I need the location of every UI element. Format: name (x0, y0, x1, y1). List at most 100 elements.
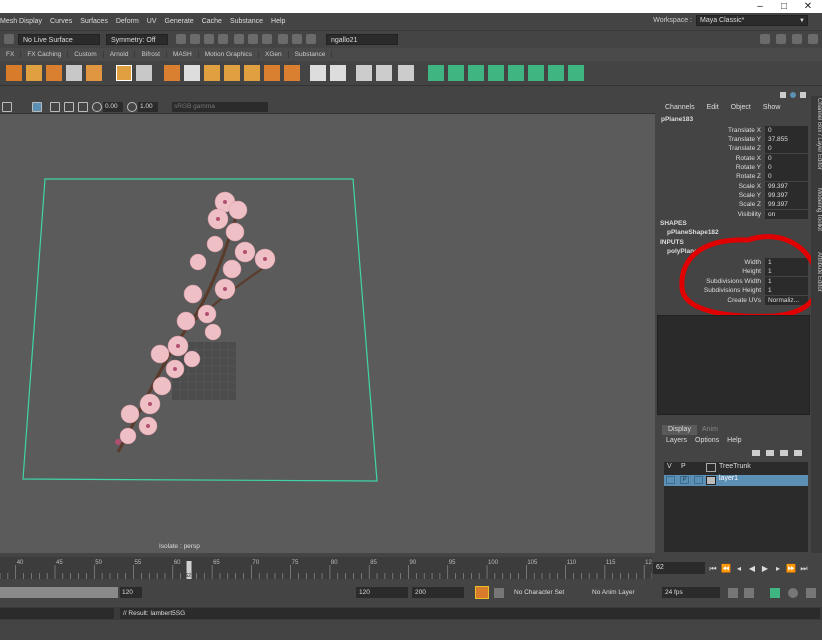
playback-end-field[interactable]: 120 (356, 587, 408, 598)
shelf-tool-17-icon[interactable] (356, 65, 372, 81)
object-menu[interactable]: Object (731, 104, 751, 111)
grid-icon[interactable] (50, 102, 60, 112)
command-input[interactable] (0, 608, 114, 619)
camera-icon[interactable] (2, 102, 12, 112)
layers-menu[interactable]: Layers (666, 437, 687, 444)
loop-icon[interactable] (728, 588, 738, 598)
shelf-tool-1-icon[interactable] (6, 65, 22, 81)
shelf-tool-5-icon[interactable] (86, 65, 102, 81)
shelf-tool-18-icon[interactable] (376, 65, 392, 81)
symmetry-dropdown[interactable]: Symmetry: Off (106, 34, 168, 45)
render-icon[interactable] (204, 34, 214, 44)
input-subdivisions-height[interactable]: Subdivisions Height 1 (657, 286, 810, 295)
attr-scale-y[interactable]: Scale Y 99.397 (657, 191, 810, 200)
shelf-tool-13-icon[interactable] (264, 65, 280, 81)
attr-value[interactable]: 1 (765, 267, 808, 276)
menu-uv[interactable]: UV (147, 18, 157, 25)
attr-translate-z[interactable]: Translate Z 0 (657, 144, 810, 153)
attr-rotate-y[interactable]: Rotate Y 0 (657, 163, 810, 172)
layer-row-treetrunk[interactable]: V P TreeTrunk (664, 463, 808, 474)
input-width[interactable]: Width 1 (657, 258, 810, 267)
attr-visibility[interactable]: Visibility on (657, 210, 810, 219)
attr-rotate-x[interactable]: Rotate X 0 (657, 154, 810, 163)
shelf-tool-19-icon[interactable] (398, 65, 414, 81)
edit-menu[interactable]: Edit (707, 104, 719, 111)
attr-value[interactable]: 99.397 (765, 182, 808, 191)
shelf-tool-3-icon[interactable] (46, 65, 62, 81)
shelf-tab-mash[interactable]: MASH (167, 51, 199, 58)
input-subdivisions-width[interactable]: Subdivisions Width 1 (657, 277, 810, 286)
range-end-field[interactable]: 120 (120, 587, 142, 598)
attr-scale-z[interactable]: Scale Z 99.397 (657, 200, 810, 209)
menu-mesh-display[interactable]: Mesh Display (0, 18, 42, 25)
settings-icon[interactable] (788, 588, 798, 598)
sound-icon[interactable] (770, 588, 780, 598)
minimize-button[interactable]: – (748, 0, 772, 13)
attr-value[interactable]: 99.397 (765, 191, 808, 200)
attr-value[interactable]: 0 (765, 172, 808, 181)
shelf-tool-22-icon[interactable] (468, 65, 484, 81)
side-tab-attribute-editor[interactable]: Attribute Editor (811, 252, 822, 292)
shelf-tool-6-icon[interactable] (116, 65, 132, 81)
input-height[interactable]: Height 1 (657, 267, 810, 276)
maximize-button[interactable]: □ (772, 0, 796, 13)
layer-move-down-icon[interactable] (766, 450, 774, 456)
shelf-tab-substance[interactable]: Substance (289, 51, 333, 58)
magnet-icon[interactable] (176, 34, 186, 44)
gamma-icon[interactable] (127, 102, 137, 112)
folder-icon[interactable] (306, 34, 316, 44)
preferences-icon[interactable] (806, 588, 816, 598)
step-back-key-icon[interactable]: ⏪ (721, 564, 731, 574)
channel-box-toggle-icon[interactable] (808, 34, 818, 44)
pin-icon[interactable] (800, 92, 806, 98)
shelf-tab-motion-graphics[interactable]: Motion Graphics (199, 51, 260, 58)
attr-scale-x[interactable]: Scale X 99.397 (657, 182, 810, 191)
shelf-tool-24-icon[interactable] (508, 65, 524, 81)
tab-display[interactable]: Display (662, 425, 697, 435)
character-set-dropdown[interactable]: No Character Set (514, 587, 584, 598)
attr-value[interactable]: 0 (765, 144, 808, 153)
range-slider[interactable] (0, 587, 118, 598)
attr-translate-y[interactable]: Translate Y 37.855 (657, 135, 810, 144)
shelf-tool-20-icon[interactable] (428, 65, 444, 81)
gamma-field[interactable]: 1.00 (138, 102, 158, 112)
time-ruler[interactable]: 40 45 50 55 60 65 70 75 80 85 90 95 100 105 110 115 120 6… (0, 557, 652, 579)
attr-translate-x[interactable]: Translate X 0 (657, 126, 810, 135)
menu-curves[interactable]: Curves (50, 18, 72, 25)
time-slider[interactable]: 4045505560657075808590951001051101151206… (0, 557, 822, 579)
shelf-tool-8-icon[interactable] (164, 65, 180, 81)
current-frame-field[interactable]: 62 (653, 562, 705, 574)
step-forward-key-icon[interactable]: ⏩ (786, 564, 796, 574)
snap-icon[interactable] (4, 34, 14, 44)
shelf-tool-26-icon[interactable] (548, 65, 564, 81)
fps-dropdown[interactable]: 24 fps (662, 587, 720, 598)
shelf-tool-10-icon[interactable] (204, 65, 220, 81)
show-menu[interactable]: Show (763, 104, 781, 111)
shelf-tool-9-icon[interactable] (184, 65, 200, 81)
shelf-tool-4-icon[interactable] (66, 65, 82, 81)
go-to-start-icon[interactable]: ⏮ (708, 564, 718, 574)
sidebar-toggle-icon[interactable] (760, 34, 770, 44)
user-dropdown[interactable]: ngallo21 (326, 34, 398, 45)
step-forward-frame-icon[interactable]: ▸ (773, 564, 783, 574)
shelf-tab-xgen[interactable]: XGen (259, 51, 289, 58)
help-menu[interactable]: Help (727, 437, 741, 444)
shelf-tab-custom[interactable]: Custom (68, 51, 104, 58)
ipr-icon[interactable] (218, 34, 228, 44)
tab-anim[interactable]: Anim (696, 425, 724, 435)
render-settings-icon[interactable] (234, 34, 244, 44)
shelf-tool-16-icon[interactable] (330, 65, 346, 81)
color-space-dropdown[interactable]: sRGB gamma (172, 102, 268, 112)
perspective-viewport[interactable] (0, 114, 655, 553)
layer-color-swatch[interactable] (706, 463, 716, 472)
animation-end-field[interactable]: 200 (412, 587, 464, 598)
attr-value[interactable]: 37.855 (765, 135, 808, 144)
shelf-tool-7-icon[interactable] (136, 65, 152, 81)
play-backwards-icon[interactable]: ◀ (747, 564, 757, 574)
shelf-tool-12-icon[interactable] (244, 65, 260, 81)
globe-icon[interactable] (790, 92, 796, 98)
live-surface-dropdown[interactable]: No Live Surface (18, 34, 100, 45)
attr-rotate-z[interactable]: Rotate Z 0 (657, 172, 810, 181)
go-to-end-icon[interactable]: ⏭ (799, 564, 809, 574)
object-name[interactable]: pPlane183 (661, 116, 693, 123)
